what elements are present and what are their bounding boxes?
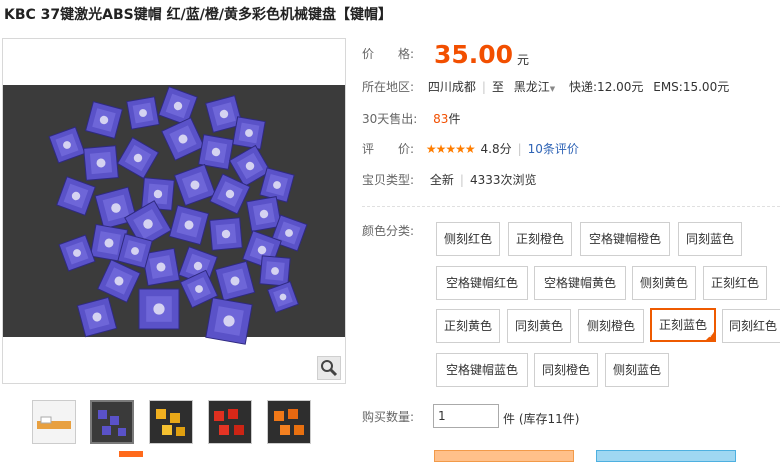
rating-score: 4.8分 xyxy=(480,142,512,156)
check-corner-icon: ✓ xyxy=(704,330,716,342)
thumbnail-4[interactable] xyxy=(208,400,252,444)
add-to-cart-button[interactable] xyxy=(596,450,736,462)
color-option[interactable]: 正刻红色 xyxy=(703,266,767,300)
location-to: 黑龙江 xyxy=(513,80,550,94)
express-fee: 快递:12.00元 xyxy=(569,80,644,94)
condition-label: 宝贝类型: xyxy=(362,173,415,187)
main-product-image[interactable] xyxy=(2,38,346,384)
thumbnail-2[interactable] xyxy=(90,400,134,444)
color-option-selected[interactable]: 正刻蓝色 ✓ xyxy=(650,308,716,342)
thumbnail-3[interactable] xyxy=(149,400,193,444)
color-option[interactable]: 正刻黄色 xyxy=(436,309,500,343)
divider xyxy=(362,206,780,208)
location-to-select[interactable]: 黑龙江▼ xyxy=(514,80,555,94)
color-option[interactable]: 正刻橙色 xyxy=(508,222,572,256)
sales-unit: 件 xyxy=(448,112,461,126)
quantity-input[interactable] xyxy=(433,404,499,428)
location-from: 四川成都 xyxy=(427,80,476,94)
color-option[interactable]: 侧刻蓝色 xyxy=(605,353,669,387)
price-label: 价 格: xyxy=(362,47,415,61)
stock-info: 件 (库存11件) xyxy=(503,412,580,426)
price-row: 价 格: xyxy=(362,45,414,62)
location-row: 所在地区: 四川成都 | 至 黑龙江▼ 快递:12.00元 EMS:15.00元 xyxy=(362,80,730,94)
magnifier-icon xyxy=(321,360,338,377)
quantity-row: 购买数量: xyxy=(362,408,414,425)
color-option[interactable]: 空格键帽红色 xyxy=(436,266,528,300)
thumbnail-1[interactable] xyxy=(32,400,76,444)
color-options-label: 颜色分类: xyxy=(362,224,415,238)
color-option[interactable]: 同刻黄色 xyxy=(507,309,571,343)
buy-now-button[interactable] xyxy=(434,450,574,462)
thumbnail-active-marker xyxy=(119,451,143,457)
chevron-down-icon: ▼ xyxy=(549,85,556,93)
rating-label: 评 价: xyxy=(362,142,415,156)
rating-row: 评 价: ★★★★★ 4.8分 | 10条评价 xyxy=(362,142,579,156)
color-option[interactable]: 空格键帽蓝色 xyxy=(436,353,528,387)
price-value: 35.00 xyxy=(434,40,514,69)
thumbnail-5[interactable] xyxy=(267,400,311,444)
price-unit: 元 xyxy=(517,53,530,67)
zoom-button[interactable] xyxy=(317,356,341,380)
sales-row: 30天售出: 83件 xyxy=(362,110,460,127)
color-label-row: 颜色分类: xyxy=(362,222,414,239)
color-option[interactable]: 侧刻橙色 xyxy=(578,309,644,343)
condition-type: 全新 xyxy=(429,173,454,187)
location-label: 所在地区: xyxy=(362,80,415,94)
ems-fee: EMS:15.00元 xyxy=(653,80,730,94)
color-option[interactable]: 空格键帽橙色 xyxy=(580,222,670,256)
color-option[interactable]: 同刻蓝色 xyxy=(678,222,742,256)
condition-row: 宝贝类型: 全新 | 4333次浏览 xyxy=(362,173,537,187)
color-option-selected-label: 正刻蓝色 xyxy=(658,318,707,332)
product-info-panel: 价 格: 35.00 元 所在地区: 四川成都 | 至 黑龙江▼ 快递:12.00元… xyxy=(362,0,780,462)
color-option[interactable]: 同刻橙色 xyxy=(534,353,598,387)
sales-label: 30天售出: xyxy=(362,112,418,126)
reviews-link[interactable]: 10条评价 xyxy=(528,142,579,156)
quantity-label: 购买数量: xyxy=(362,410,415,424)
view-count: 4333次浏览 xyxy=(469,173,537,187)
color-option[interactable]: 侧刻红色 xyxy=(436,222,500,256)
sales-count: 83 xyxy=(433,112,449,126)
star-rating-icon: ★★★★★ xyxy=(425,142,476,156)
color-option[interactable]: 空格键帽黄色 xyxy=(534,266,626,300)
color-option[interactable]: 同刻红色 xyxy=(722,309,780,343)
color-option[interactable]: 侧刻黄色 xyxy=(632,266,696,300)
location-to-prefix: 至 xyxy=(491,80,504,94)
